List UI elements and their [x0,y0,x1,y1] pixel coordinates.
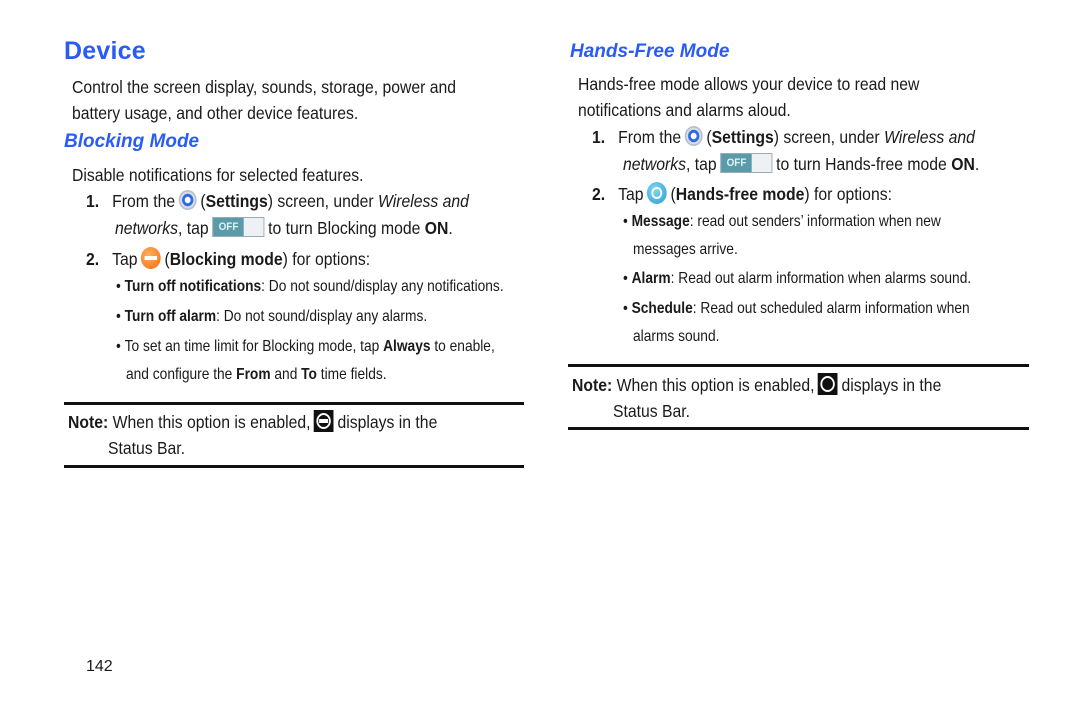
hands-free-bullet-3: • Schedule: Read out scheduled alarm info… [623,300,970,317]
step-text: From the [112,191,176,211]
bullet-bold: Schedule [631,300,693,317]
step-number: 1. [592,127,606,147]
blocking-description: Disable notifications for selected featu… [72,165,364,185]
bullet-text: and configure the [126,366,237,383]
bullet-bold: Turn off alarm [124,308,217,325]
hands-free-intro-line-1: Hands-free mode allows your device to re… [578,74,920,94]
toggle-off-label: OFF [721,154,752,173]
note-bottom-divider [568,427,1029,430]
settings-label: Settings [205,191,268,211]
blocking-note-line-2: Status Bar. [108,438,186,458]
hands-free-bullet-3-line-2: alarms sound. [633,328,720,345]
settings-gear-icon [684,126,703,147]
note-text: displays in the [337,412,438,432]
blocking-status-bar-icon [314,410,334,433]
bullet-text: and [270,366,302,383]
note-label: Note: [572,375,613,395]
note-text: When this option is enabled, [616,375,815,395]
bullet-bold: Alarm [631,270,671,287]
wireless-text: Wireless and [378,191,469,211]
note-top-divider [568,364,1029,367]
blocking-note-line-1: Note: When this option is enabled, displa… [68,409,437,435]
page-title: Device [64,37,146,65]
step-text: to turn Blocking mode [268,218,421,238]
step-text: for options: [292,249,371,269]
bullet-text: : Read out alarm information when alarms… [670,270,972,287]
settings-gear-icon [178,190,197,211]
blocking-mode-icon [141,247,161,270]
hands-free-bullet-2: • Alarm: Read out alarm information when … [623,270,972,287]
blocking-mode-label: Blocking mode [169,249,283,269]
hands-free-status-bar-icon [818,373,838,396]
note-text: displays in the [841,375,942,395]
step-text: Tap [618,184,644,204]
hands-free-step-1-line-2: networks, tap OFF to turn Hands-free mode … [623,151,979,178]
bullet-text: : read out senders’ information when new [689,213,941,230]
blocking-bullet-3: • To set an time limit for Blocking mode,… [116,338,495,355]
hands-free-mode-label: Hands-free mode [675,184,805,204]
blocking-bullet-3-line-2: and configure the From and To time field… [126,361,387,389]
off-toggle-icon: OFF [212,217,265,238]
bullet-text: : Do not sound/display any alarms. [216,308,428,325]
on-label: ON [424,218,449,238]
from-label: From [236,366,271,383]
bullet-text: : Do not sound/display any notifications… [261,278,504,295]
bullet-bold: Always [383,338,431,355]
bullet-text: : Read out scheduled alarm information w… [692,300,970,317]
note-label: Note: [68,412,109,432]
step-text: to turn Hands-free mode [776,154,947,174]
hands-free-bullet-1-line-2: messages arrive. [633,241,738,258]
intro-line-2: battery usage, and other device features… [72,103,359,123]
hands-free-note-line-2: Status Bar. [613,401,691,421]
step-text: for options: [814,184,892,204]
note-bottom-divider [64,465,524,468]
networks-text: networks [623,154,687,174]
intro-line-1: Control the screen display, sounds, stor… [72,77,457,97]
blocking-bullet-2: • Turn off alarm: Do not sound/display an… [116,308,428,325]
page-number: 142 [86,658,113,675]
hands-free-bullet-1: • Message: read out senders’ information … [623,213,941,230]
hands-free-note-line-1: Note: When this option is enabled, displa… [572,372,941,398]
hands-free-step-2: 2. Tap (Hands-free mode) for options: [592,181,892,208]
wireless-text: Wireless and [884,127,975,147]
hands-free-mode-icon [647,182,667,205]
settings-label: Settings [711,127,774,147]
step-text: screen, under [277,191,374,211]
off-toggle-icon: OFF [720,153,773,174]
bullet-text: To set an time limit for Blocking mode, … [124,338,384,355]
blocking-mode-heading: Blocking Mode [64,131,200,152]
blocking-step-1-line-2: networks, tap OFF to turn Blocking mode ON… [115,215,453,242]
hands-free-intro-line-2: notifications and alarms aloud. [578,100,791,120]
step-number: 1. [86,191,100,211]
hands-free-heading: Hands-Free Mode [570,41,730,62]
toggle-off-label: OFF [213,218,244,237]
bullet-text: to enable, [430,338,495,355]
to-label: To [301,366,317,383]
on-label: ON [951,154,975,174]
period: . [974,154,980,174]
note-top-divider [64,402,524,405]
note-text: When this option is enabled, [112,412,311,432]
blocking-bullet-1: • Turn off notifications: Do not sound/di… [116,278,504,295]
blocking-step-2: 2. Tap (Blocking mode) for options: [86,246,370,273]
bullet-bold: Turn off notifications [124,278,262,295]
hands-free-step-1-line-1: 1. From the (Settings) screen, under Wirel… [592,124,975,151]
blocking-step-1-line-1: 1. From the (Settings) screen, under Wirel… [86,188,469,215]
step-text: From the [618,127,682,147]
bullet-bold: Message [631,213,690,230]
step-text: , tap [178,218,209,238]
period: . [448,218,453,238]
step-number: 2. [592,184,606,204]
networks-text: networks [115,218,179,238]
step-number: 2. [86,249,100,269]
step-text: screen, under [783,127,880,147]
step-text: , tap [686,154,717,174]
step-text: Tap [112,249,138,269]
bullet-text: time fields. [316,366,387,383]
